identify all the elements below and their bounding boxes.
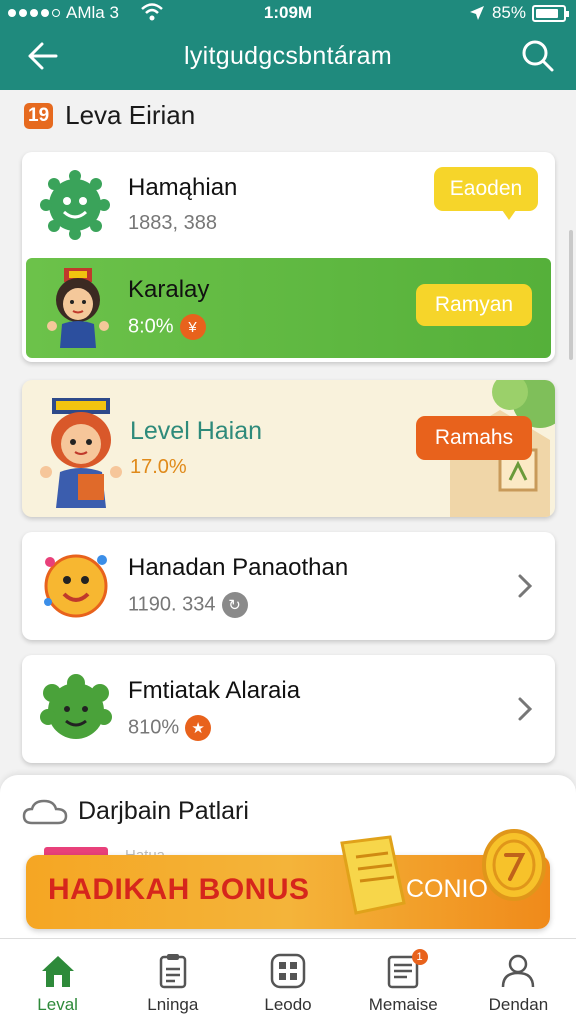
character-avatar-icon — [47, 268, 109, 348]
item-name: Karalay — [128, 276, 210, 303]
item-sub: 17.0% — [130, 456, 187, 478]
nav-label: Dendan — [488, 995, 549, 1014]
chevron-right-icon[interactable] — [517, 573, 533, 599]
action-button[interactable]: Eaoden — [434, 167, 538, 211]
list-item[interactable]: Hanadan Panaothan 1190. 334 ↻ — [22, 532, 555, 640]
list-item[interactable]: Fmtiatak Alaraia 810% ★ — [22, 655, 555, 763]
person-icon — [502, 954, 535, 988]
status-icon: ↻ — [221, 592, 248, 618]
search-icon[interactable] — [518, 36, 558, 76]
home-icon — [41, 956, 74, 987]
item-sub-value: 810% — [128, 716, 180, 739]
sheet-title: Darjbain Patlari — [78, 797, 249, 825]
nav-label: Leval — [37, 995, 78, 1014]
list-item[interactable]: Hamąhian 1883, 388 Eaoden — [22, 152, 555, 257]
bonus-text: HADIKAH BONUS — [48, 873, 310, 906]
item-name: Hanadan Panaothan — [128, 554, 349, 581]
nav-label: Lninga — [147, 995, 199, 1014]
smiley-avatar-icon — [44, 554, 108, 618]
green-monster-avatar-icon — [40, 674, 112, 739]
scrollbar[interactable] — [569, 230, 573, 360]
section-header: 19 Leva Eirian — [24, 100, 195, 131]
nav-item-dendan[interactable]: Dendan — [461, 939, 576, 1024]
item-sub-value: 1190. 334 — [128, 593, 216, 616]
item-sub-value: 8:0% — [128, 315, 174, 338]
action-button[interactable]: Ramahs — [416, 416, 532, 460]
action-button[interactable]: Ramyan — [416, 284, 532, 326]
item-sub: 8:0% ¥ — [128, 314, 206, 340]
clipboard-icon — [159, 954, 187, 989]
cloud-icon — [22, 799, 68, 825]
app-header: AMla 3 1:09M 85% lyitgudgcsbntáram — [0, 0, 576, 90]
green-gear-avatar-icon — [40, 170, 110, 240]
level-badge: 19 — [24, 102, 54, 129]
nav-item-leodo[interactable]: Leodo — [230, 939, 345, 1024]
battery-icon — [532, 4, 569, 22]
grid-icon — [270, 953, 306, 989]
page-title: lyitgudgcsbntáram — [184, 42, 392, 70]
star-icon: ★ — [185, 715, 212, 741]
nav-label: Leodo — [264, 995, 312, 1014]
nav-label: Memaise — [368, 995, 438, 1014]
battery-percent: 85% — [491, 3, 526, 22]
item-sub: 1883, 388 — [128, 212, 217, 234]
coin-label: CONIO — [406, 875, 488, 903]
nav-item-memaise[interactable]: 1 Memaise — [346, 939, 461, 1024]
bubble-tail-icon — [502, 210, 516, 220]
coin-icon — [482, 829, 546, 901]
character-avatar-icon — [40, 398, 122, 508]
nav-item-leval[interactable]: Leval — [0, 939, 115, 1024]
nav-item-lninga[interactable]: Lninga — [115, 939, 230, 1024]
bottom-nav: Leval Lninga Leodo 1 Memaise Dendan — [0, 938, 576, 1024]
chevron-right-icon[interactable] — [517, 696, 533, 722]
item-name: Fmtiatak Alaraia — [128, 677, 301, 704]
back-arrow-icon[interactable] — [22, 36, 62, 76]
item-name: Level Haian — [130, 417, 263, 445]
card-group: Hamąhian 1883, 388 Eaoden Karalay 8:0% ¥ … — [22, 152, 555, 362]
coin-icon: ¥ — [179, 314, 206, 340]
location-icon — [469, 6, 484, 20]
list-item-featured[interactable]: Level Haian 17.0% Ramahs — [22, 380, 555, 517]
list-item-highlighted[interactable]: Karalay 8:0% ¥ Ramyan — [26, 258, 551, 358]
status-bar: AMla 3 1:09M 85% — [0, 0, 576, 26]
item-sub: 1190. 334 ↻ — [128, 592, 248, 618]
bonus-banner[interactable]: HADIKAH BONUS CONIO — [26, 829, 550, 929]
item-sub: 810% ★ — [128, 715, 212, 741]
notification-badge: 1 — [411, 949, 428, 965]
item-name: Hamąhian — [128, 174, 238, 201]
scroll-reward-icon — [340, 835, 406, 915]
section-title: Leva Eirian — [65, 100, 196, 130]
